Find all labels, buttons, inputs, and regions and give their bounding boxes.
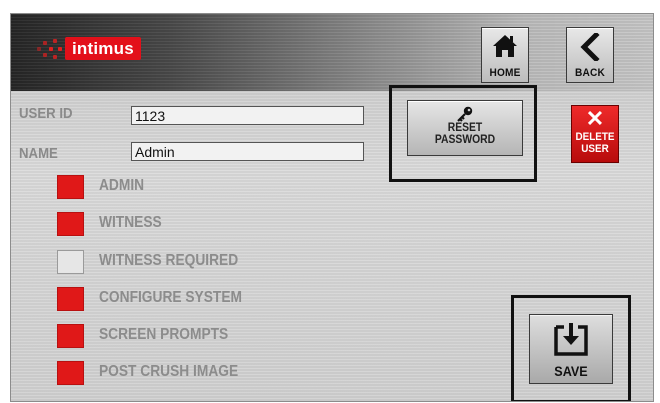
save-button[interactable]: SAVE	[529, 314, 613, 384]
permission-checkbox[interactable]	[57, 324, 84, 348]
back-label: BACK	[575, 67, 605, 79]
permission-witness[interactable]: WITNESS	[57, 212, 317, 236]
permission-label: SCREEN PROMPTS	[99, 326, 229, 343]
permission-label: POST CRUSH IMAGE	[99, 363, 239, 380]
chevron-left-icon	[580, 33, 600, 61]
reset-label-line2: PASSWORD	[434, 134, 496, 146]
permission-checkbox[interactable]	[57, 250, 84, 274]
delete-user-label: DELETE USER	[574, 131, 615, 155]
brand-logo: intimus	[31, 33, 143, 65]
permission-checkbox[interactable]	[57, 175, 84, 199]
delete-label-line2: USER	[581, 143, 609, 155]
permission-screen-prompts[interactable]: SCREEN PROMPTS	[57, 324, 317, 348]
save-icon	[554, 323, 588, 356]
user-id-field[interactable]: 1123	[131, 106, 364, 125]
name-label: NAME	[19, 145, 58, 162]
permission-configure-system[interactable]: CONFIGURE SYSTEM	[57, 287, 317, 311]
delete-label-line1: DELETE	[575, 131, 615, 143]
permission-checkbox[interactable]	[57, 361, 84, 385]
reset-password-button[interactable]: RESET PASSWORD	[407, 100, 523, 156]
permission-label: WITNESS	[99, 214, 162, 231]
home-icon	[493, 35, 517, 57]
reset-label-line1: RESET	[447, 122, 483, 134]
header-bar: intimus HOME BACK	[11, 14, 653, 91]
home-label: HOME	[489, 67, 521, 79]
home-button[interactable]: HOME	[481, 27, 529, 83]
device-screen: intimus HOME BACK USER ID 1123 NAME Admi…	[10, 13, 654, 402]
permission-label: ADMIN	[99, 177, 145, 194]
permission-post-crush-image[interactable]: POST CRUSH IMAGE	[57, 361, 317, 385]
back-button[interactable]: BACK	[566, 27, 614, 83]
brand-name: intimus	[65, 37, 141, 60]
reset-password-label: RESET PASSWORD	[414, 122, 517, 146]
permission-checkbox[interactable]	[57, 212, 84, 236]
delete-user-button[interactable]: ✕ DELETE USER	[571, 105, 619, 163]
name-field[interactable]: Admin	[131, 142, 364, 161]
permission-checkbox[interactable]	[57, 287, 84, 311]
x-icon: ✕	[585, 106, 605, 131]
permission-label: WITNESS REQUIRED	[99, 252, 239, 269]
user-id-label: USER ID	[19, 105, 73, 122]
permission-admin[interactable]: ADMIN	[57, 175, 317, 199]
permission-witness-required[interactable]: WITNESS REQUIRED	[57, 250, 317, 274]
key-icon	[457, 106, 473, 122]
save-label: SAVE	[554, 363, 588, 379]
permission-label: CONFIGURE SYSTEM	[99, 289, 242, 306]
